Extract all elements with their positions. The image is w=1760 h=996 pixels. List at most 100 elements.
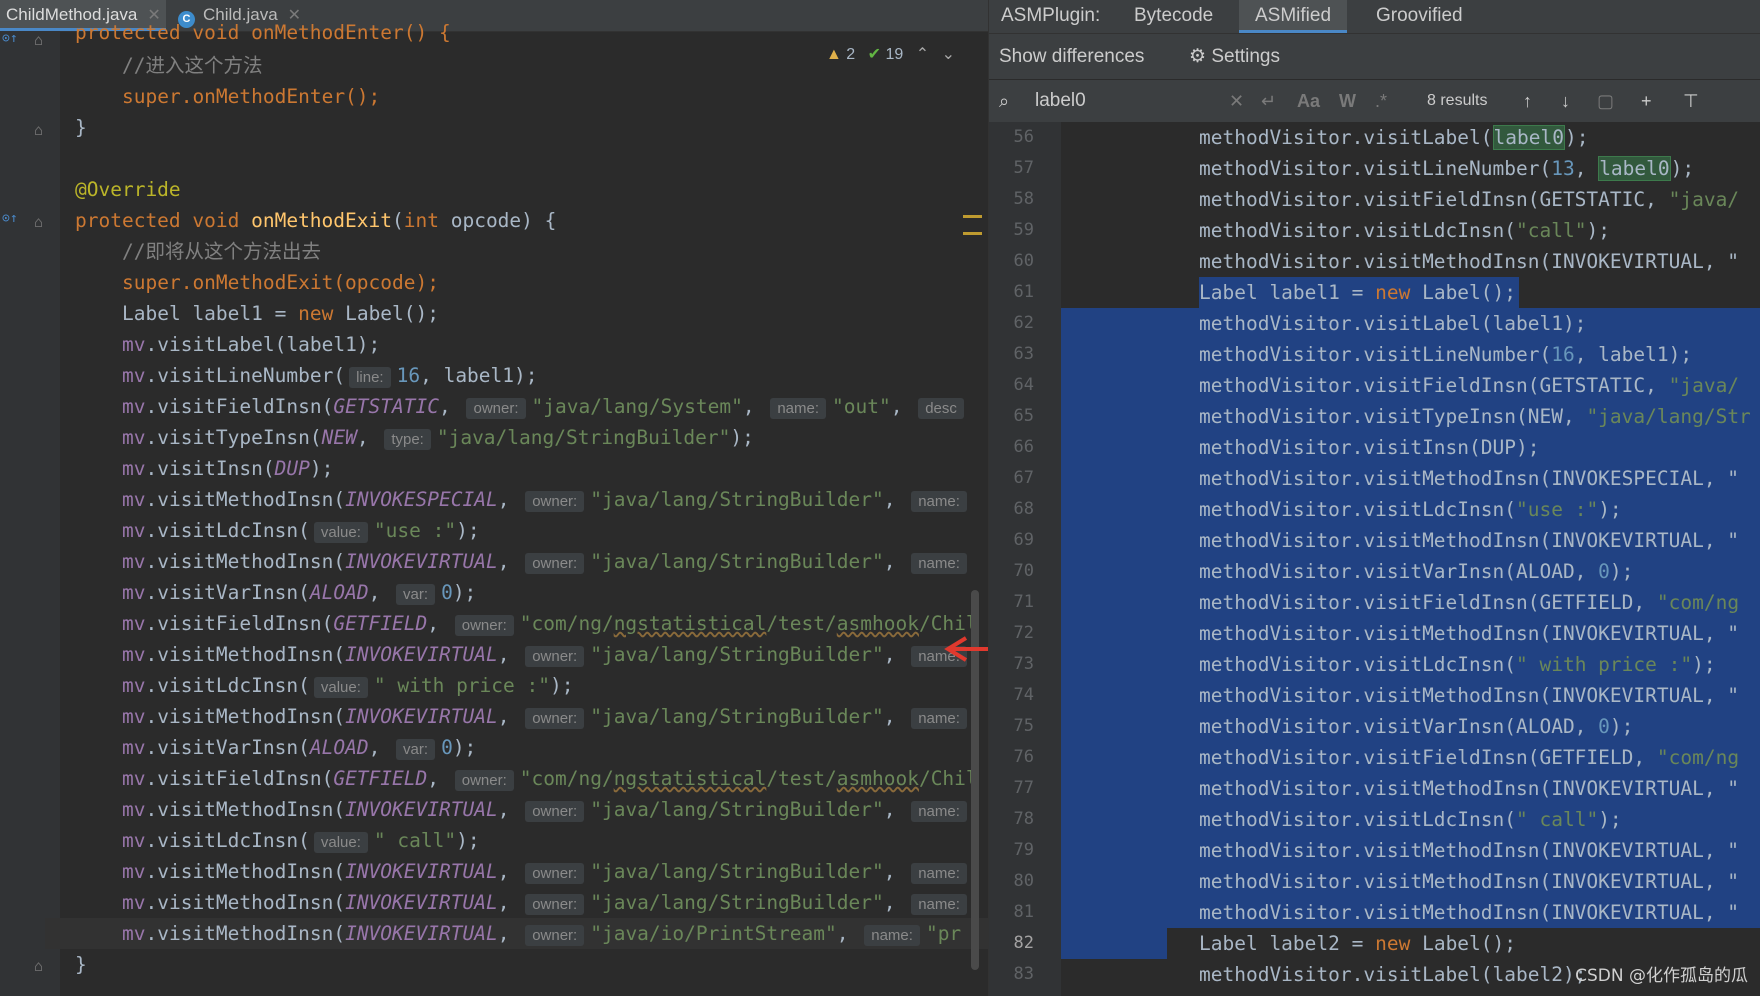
code-text: INVOKEVIRTUAL <box>345 643 498 666</box>
line-number: 61 <box>1013 282 1034 302</box>
code-text: .visitVarInsn(ALOAD, <box>1351 715 1599 738</box>
code-text: .visitLdcInsn( <box>1351 498 1516 521</box>
code-line: protected void onMethodEnter() { <box>75 17 451 48</box>
code-text: "pr <box>925 922 962 945</box>
param-hint: value: <box>313 832 368 853</box>
code-text: GETFIELD <box>333 612 428 635</box>
code-text: methodVisitor <box>1199 746 1352 769</box>
code-text: Label(); <box>333 302 440 325</box>
code-text: mv <box>122 767 146 790</box>
code-text: "java/ <box>1668 188 1740 211</box>
code-line: mv.visitLdcInsn(value: " with price :"); <box>122 674 574 698</box>
code-text: .visitMethodInsn( <box>145 922 346 945</box>
add-selection-icon[interactable]: + <box>1641 80 1652 122</box>
settings-button[interactable]: ⚙ Settings <box>1189 34 1280 80</box>
clear-search-icon[interactable]: ✕ <box>1229 80 1244 122</box>
param-hint: owner: <box>525 708 585 729</box>
code-line: mv.visitMethodInsn(INVOKEVIRTUAL, owner:… <box>122 887 973 918</box>
code-text: methodVisitor <box>1199 901 1352 924</box>
selection-highlight <box>1061 928 1167 959</box>
code-text: .visitFieldInsn(GETSTATIC, <box>1351 188 1669 211</box>
show-differences-button[interactable]: Show differences <box>999 34 1144 80</box>
tab-groovified[interactable]: Groovified <box>1376 0 1463 33</box>
code-text: "java/lang/StringBuilder" <box>590 488 884 511</box>
line-number: 67 <box>1013 468 1034 488</box>
code-text: /test/ <box>766 612 837 635</box>
annotation: @Override <box>75 178 181 201</box>
code-text: 16 <box>1551 343 1575 366</box>
code-text: mv <box>122 891 146 914</box>
code-text: methodVisitor <box>1199 560 1352 583</box>
select-all-occurrences-icon[interactable]: ▢ <box>1597 80 1614 122</box>
search-icon[interactable]: ⌕ <box>999 80 1009 122</box>
match-case-icon[interactable]: Aa <box>1297 80 1320 122</box>
plugin-title: ASMPlugin: <box>1001 5 1101 26</box>
search-match: label0 <box>1492 125 1565 150</box>
param-hint: owner: <box>525 801 585 822</box>
code-line: methodVisitor.visitFieldInsn(GETFIELD, "… <box>1199 587 1739 618</box>
settings-label: Settings <box>1211 46 1280 67</box>
code-line: mv.visitMethodInsn(INVOKEVIRTUAL, owner:… <box>122 701 973 732</box>
code-text: .visitLabel(label1); <box>1351 312 1587 335</box>
code-line: methodVisitor.visitMethodInsn(INVOKEVIRT… <box>1199 897 1739 928</box>
search-input[interactable] <box>1033 86 1197 116</box>
code-text: .visitLabel(label1); <box>145 333 381 356</box>
whole-words-icon[interactable]: W <box>1339 80 1356 122</box>
code-text: INVOKEVIRTUAL <box>345 860 498 883</box>
param-hint: name: <box>911 553 967 574</box>
filter-icon[interactable]: ⊤ <box>1683 80 1699 122</box>
code-text: "use :" <box>1516 498 1599 521</box>
code-text: INVOKEVIRTUAL <box>345 798 498 821</box>
code-line: methodVisitor.visitLdcInsn(" call"); <box>1199 808 1622 831</box>
code-text: .visitVarInsn( <box>145 581 310 604</box>
watermark: CSDN @化作孤岛的瓜 <box>1575 966 1748 986</box>
code-line: } <box>75 949 87 980</box>
code-text: methodVisitor <box>1199 963 1352 986</box>
code-text: methodVisitor <box>1199 188 1352 211</box>
code-text: int <box>403 209 439 232</box>
code-text: methodVisitor <box>1199 250 1352 273</box>
param-hint: owner: <box>454 615 514 636</box>
code-text: methodVisitor <box>1199 684 1352 707</box>
prev-occurrence-icon[interactable]: ↑ <box>1523 80 1532 122</box>
code-text: mv <box>122 550 146 573</box>
code-line: //进入这个方法 <box>122 50 262 81</box>
code-text: INVOKEVIRTUAL <box>345 891 498 914</box>
code-text: " with price :" <box>1516 653 1693 676</box>
code-text: methodVisitor <box>1199 436 1352 459</box>
asmified-code-area[interactable]: methodVisitor.visitLabel(label0); method… <box>1061 122 1760 996</box>
code-text: 0 <box>1598 715 1610 738</box>
code-text: mv <box>122 426 146 449</box>
code-text: .visitLdcInsn( <box>1351 219 1516 242</box>
next-occurrence-icon[interactable]: ↓ <box>1561 80 1570 122</box>
code-text: .visitFieldInsn( <box>145 612 334 635</box>
code-text: mv <box>122 364 146 387</box>
param-hint: name: <box>911 894 967 915</box>
code-line: mv.visitFieldInsn(GETFIELD, owner: "com/n… <box>122 767 978 791</box>
code-text: Label label1 = <box>1199 281 1376 304</box>
code-text: "java/lang/StringBuilder" <box>590 550 884 573</box>
code-text: mv <box>122 736 146 759</box>
current-code-line: mv.visitMethodInsn(INVOKEVIRTUAL, owner:… <box>45 918 988 949</box>
tab-asmified[interactable]: ASMified <box>1239 0 1348 33</box>
tab-bytecode[interactable]: Bytecode <box>1134 0 1213 33</box>
code-text: /Chil <box>918 767 978 790</box>
code-text: , label1); <box>420 364 538 387</box>
param-hint: name: <box>911 708 967 729</box>
code-text: "com/ng <box>1656 591 1740 614</box>
code-text: "java/lang/StringBuilder" <box>590 705 884 728</box>
code-line: methodVisitor.visitVarInsn(ALOAD, 0); <box>1199 715 1634 738</box>
code-area[interactable]: protected void onMethodEnter() { //进入这个方… <box>0 21 988 996</box>
error-stripe-marker[interactable] <box>963 232 982 235</box>
regex-icon[interactable]: .* <box>1375 80 1387 122</box>
code-line: mv.visitMethodInsn(INVOKEVIRTUAL, owner:… <box>122 546 973 577</box>
new-line-icon[interactable]: ↵ <box>1261 80 1276 122</box>
param-hint: desc <box>918 398 964 419</box>
param-hint: name: <box>911 863 967 884</box>
param-hint: owner: <box>454 770 514 791</box>
code-text: methodVisitor <box>1199 622 1352 645</box>
code-text: mv <box>122 581 146 604</box>
code-text: " call" <box>1516 808 1599 831</box>
error-stripe-marker[interactable] <box>963 215 982 218</box>
code-line: //即将从这个方法出去 <box>122 236 321 267</box>
